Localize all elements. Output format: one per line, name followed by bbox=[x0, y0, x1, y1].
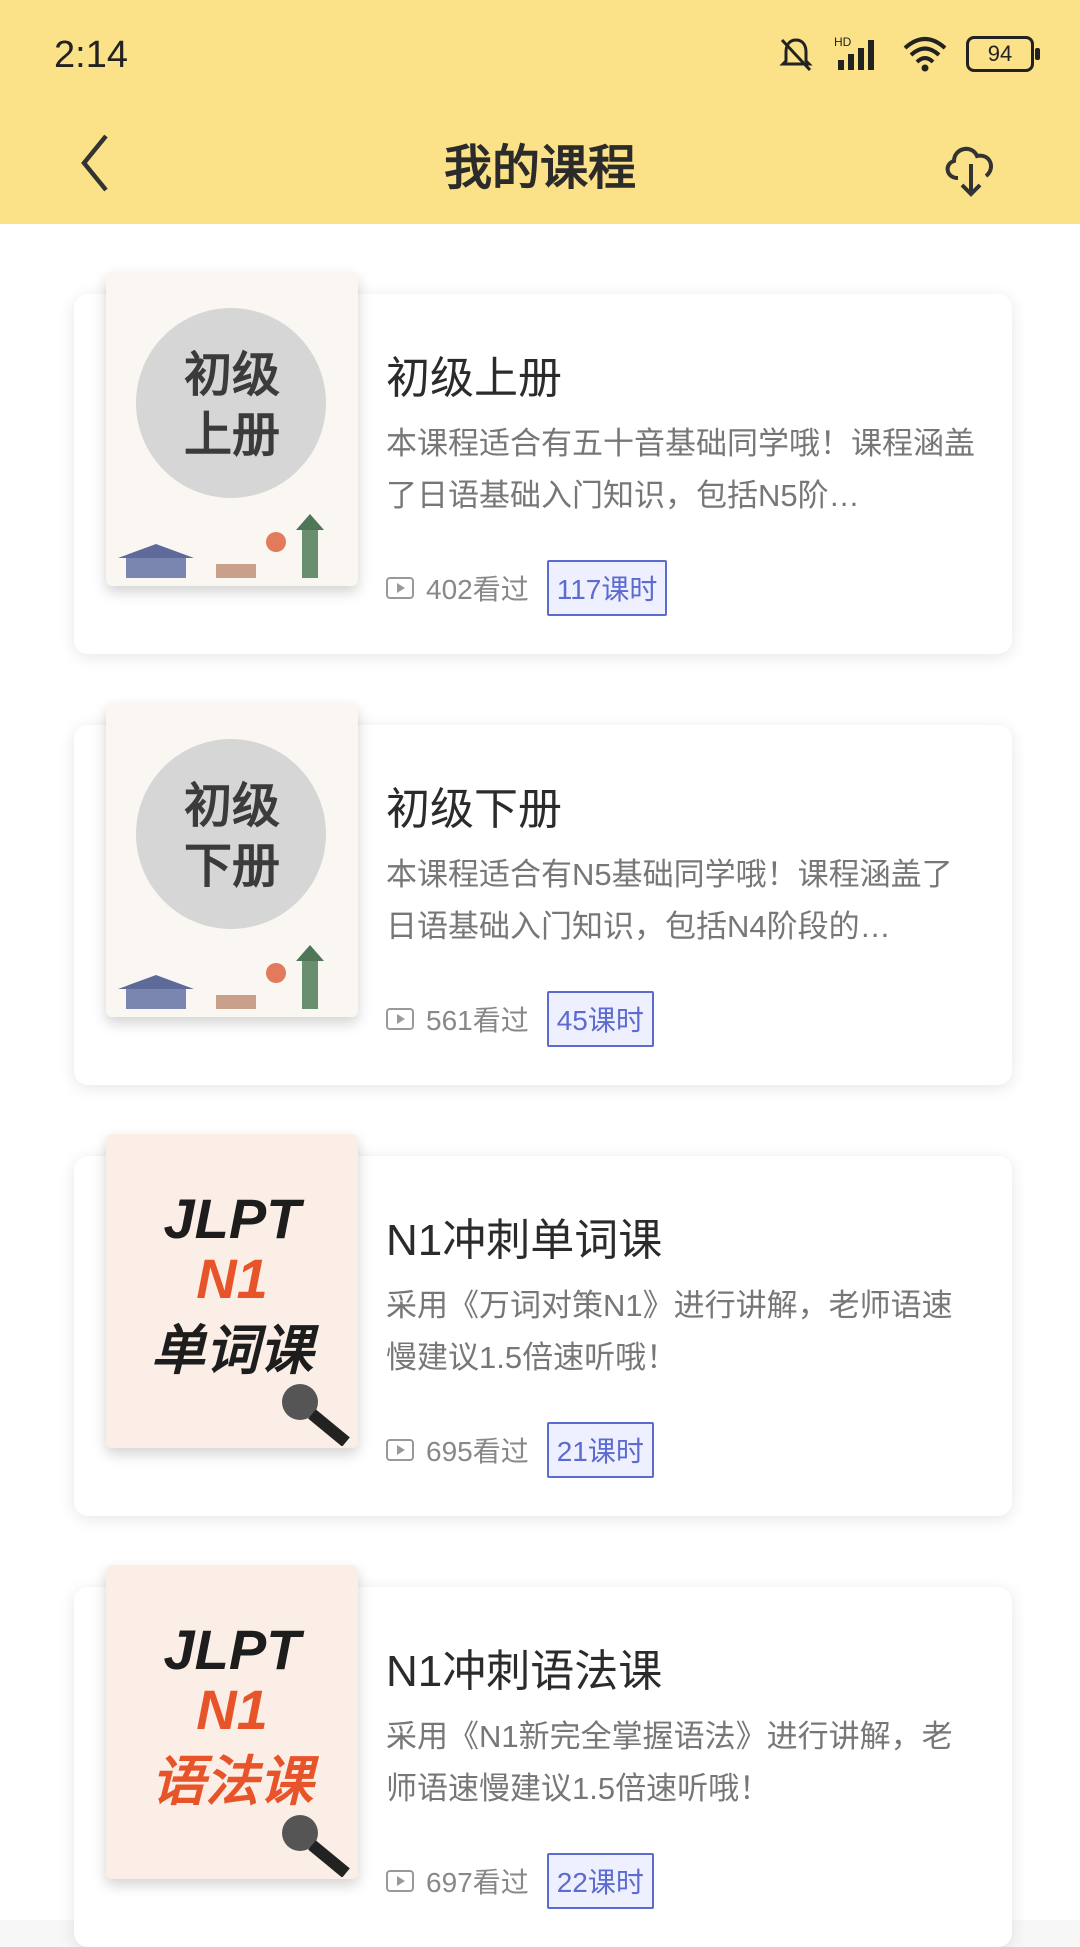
course-meta: 561看过 45课时 bbox=[386, 991, 654, 1047]
course-card[interactable]: JLPT N1 语法课 N1冲刺语法课 采用《N1新完全掌握语法》进行讲解，老师… bbox=[74, 1565, 1012, 1947]
mute-icon bbox=[779, 38, 813, 72]
course-title: N1冲刺语法课 bbox=[386, 1647, 663, 1696]
play-icon bbox=[386, 1008, 414, 1030]
course-list: 初级 上册 初级上册 本课程适合有五十音基础同学哦！课程涵盖了日语基础入门知识，… bbox=[0, 224, 1080, 1947]
course-cover: JLPT N1 语法课 bbox=[106, 1565, 358, 1879]
page-title: 我的课程 bbox=[443, 142, 636, 195]
course-meta: 697看过 22课时 bbox=[386, 1853, 654, 1909]
cover-text-line2: N1 bbox=[196, 1247, 268, 1310]
app-header: 2:14 HD 94 我的课程 bbox=[0, 0, 1080, 224]
microphone-icon bbox=[282, 1815, 350, 1877]
lesson-count-badge: 22课时 bbox=[546, 1853, 654, 1909]
cover-text-line1: JLPT bbox=[163, 1187, 301, 1250]
course-description: 采用《万词对策N1》进行讲解，老师语速慢建议1.5倍速听哦！ bbox=[386, 1288, 953, 1375]
course-cover: 初级 上册 bbox=[106, 272, 358, 586]
status-icons: HD 94 bbox=[776, 34, 1040, 74]
course-meta: 402看过 117课时 bbox=[386, 560, 668, 616]
course-card[interactable]: JLPT N1 单词课 N1冲刺单词课 采用《万词对策N1》进行讲解，老师语速慢… bbox=[74, 1134, 1012, 1516]
battery-icon: 94 bbox=[966, 36, 1040, 72]
cover-text-line2: N1 bbox=[196, 1678, 268, 1741]
cover-text-line3: 语法课 bbox=[151, 1752, 313, 1812]
cover-text-line1: JLPT bbox=[163, 1618, 301, 1681]
pagoda-illustration bbox=[118, 514, 324, 578]
course-card[interactable]: 初级 上册 初级上册 本课程适合有五十音基础同学哦！课程涵盖了日语基础入门知识，… bbox=[74, 272, 1012, 654]
cloud-download-icon[interactable] bbox=[940, 136, 1002, 198]
course-meta: 695看过 21课时 bbox=[386, 1422, 654, 1478]
lesson-count-badge: 45课时 bbox=[546, 991, 654, 1047]
course-description: 本课程适合有N5基础同学哦！课程涵盖了日语基础入门知识，包括N4阶段的… bbox=[386, 857, 953, 944]
signal-icon: HD bbox=[834, 35, 874, 70]
course-description: 采用《N1新完全掌握语法》进行讲解，老师语速慢建议1.5倍速听哦！ bbox=[386, 1719, 953, 1806]
play-icon bbox=[386, 1439, 414, 1461]
view-count: 695看过 bbox=[426, 1436, 529, 1467]
status-time: 2:14 bbox=[54, 34, 128, 76]
view-count: 697看过 bbox=[426, 1867, 529, 1898]
cover-text-line2: 上册 bbox=[183, 409, 280, 462]
lesson-count-badge: 117课时 bbox=[546, 560, 668, 616]
cover-text-line2: 下册 bbox=[183, 840, 280, 893]
play-icon bbox=[386, 577, 414, 599]
course-title: 初级下册 bbox=[386, 785, 562, 834]
course-cover: JLPT N1 单词课 bbox=[106, 1134, 358, 1448]
cover-text-line3: 单词课 bbox=[151, 1321, 313, 1381]
svg-text:HD: HD bbox=[834, 35, 852, 49]
cover-text-line1: 初级 bbox=[183, 780, 280, 833]
view-count: 561看过 bbox=[426, 1005, 529, 1036]
course-title: N1冲刺单词课 bbox=[386, 1216, 663, 1265]
course-title: 初级上册 bbox=[386, 354, 562, 403]
pagoda-illustration bbox=[118, 945, 324, 1009]
microphone-icon bbox=[282, 1384, 350, 1446]
course-description: 本课程适合有五十音基础同学哦！课程涵盖了日语基础入门知识，包括N5阶… bbox=[386, 426, 975, 513]
lesson-count-badge: 21课时 bbox=[546, 1422, 654, 1478]
wifi-icon bbox=[903, 37, 947, 72]
course-cover: 初级 下册 bbox=[106, 703, 358, 1017]
play-icon bbox=[386, 1870, 414, 1892]
view-count: 402看过 bbox=[426, 574, 529, 605]
course-card[interactable]: 初级 下册 初级下册 本课程适合有N5基础同学哦！课程涵盖了日语基础入门知识，包… bbox=[74, 703, 1012, 1085]
cover-text-line1: 初级 bbox=[183, 349, 280, 402]
